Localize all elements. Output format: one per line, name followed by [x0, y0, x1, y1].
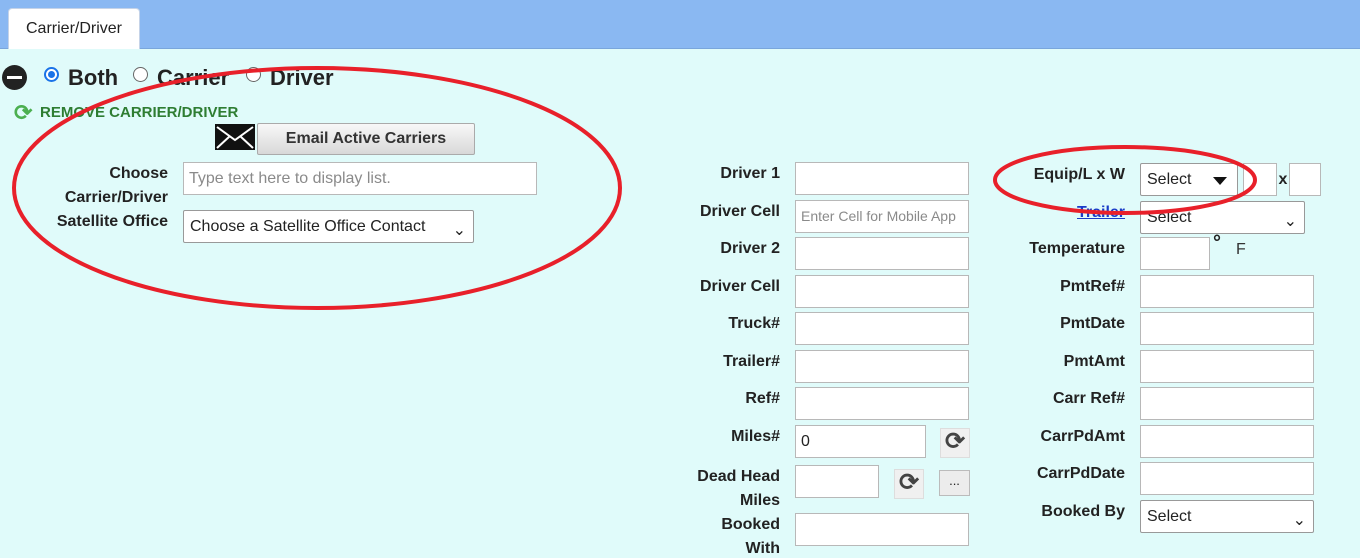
satellite-office-value: Choose a Satellite Office Contact	[190, 218, 426, 235]
driver-cell1-input[interactable]: Enter Cell for Mobile App	[795, 200, 969, 233]
remove-carrier-driver-link[interactable]: ⟳ REMOVE CARRIER/DRIVER	[14, 100, 238, 126]
driver-cell1-label: Driver Cell	[699, 203, 780, 220]
trailer-num-label: Trailer#	[723, 353, 780, 370]
chevron-down-icon: ⌄	[452, 222, 466, 239]
pmtamt-input[interactable]	[1140, 350, 1314, 383]
miles-label: Miles#	[731, 428, 780, 445]
carrpddate-label: CarrPdDate	[1036, 465, 1125, 482]
remove-label: REMOVE CARRIER/DRIVER	[40, 103, 239, 121]
envelope-icon[interactable]	[215, 124, 255, 150]
temperature-label: Temperature	[1029, 240, 1125, 257]
radio-both[interactable]	[44, 67, 59, 82]
booked-by-label: Booked By	[1041, 503, 1125, 520]
booked-by-value: Select	[1147, 508, 1192, 525]
pmtref-input[interactable]	[1140, 275, 1314, 308]
width-input[interactable]	[1289, 163, 1321, 196]
email-active-carriers-button[interactable]: Email Active Carriers	[257, 123, 475, 155]
radio-both-label: Both	[68, 65, 119, 90]
more-options-button[interactable]: ...	[939, 470, 970, 496]
dead-head-miles-label: Miles	[739, 492, 780, 509]
equip-label: Equip/L x W	[1033, 166, 1125, 183]
carr-ref-label: Carr Ref#	[1052, 390, 1125, 407]
tab-carrier-driver[interactable]: Carrier/Driver	[8, 8, 140, 49]
driver1-input[interactable]	[795, 162, 969, 195]
ref-label: Ref#	[745, 390, 780, 407]
carrpddate-input[interactable]	[1140, 462, 1314, 495]
degree-symbol: °	[1213, 232, 1221, 254]
carrpdamt-input[interactable]	[1140, 425, 1314, 458]
pmtamt-label: PmtAmt	[1063, 353, 1125, 370]
trailer-num-input[interactable]	[795, 350, 969, 383]
chevron-down-icon: ⌄	[1283, 213, 1297, 230]
tab-bar: Carrier/Driver	[0, 0, 1360, 49]
pmtref-label: PmtRef#	[1060, 278, 1125, 295]
satellite-office-label: Satellite Office	[56, 213, 168, 230]
pmtdate-input[interactable]	[1140, 312, 1314, 345]
miles-refresh-icon[interactable]: ⟳	[940, 428, 970, 458]
miles-input[interactable]: 0	[795, 425, 926, 458]
refresh-icon: ⟳	[14, 100, 33, 125]
driver-cell2-label: Driver Cell	[699, 278, 780, 295]
driver2-label: Driver 2	[720, 240, 780, 257]
booked-with-label: Booked	[721, 516, 780, 533]
radio-carrier-label: Carrier	[157, 65, 230, 90]
truck-label: Truck#	[728, 315, 780, 332]
dead-head-input[interactable]	[795, 465, 879, 498]
temperature-input[interactable]	[1140, 237, 1210, 270]
radio-carrier[interactable]	[133, 67, 148, 82]
trailer-select-value: Select	[1147, 209, 1192, 226]
fahrenheit-label: F	[1236, 241, 1246, 258]
driver-cell1-placeholder: Enter Cell for Mobile App	[801, 208, 956, 224]
collapse-icon[interactable]	[2, 65, 27, 90]
choose-label: Choose	[109, 165, 168, 182]
trailer-link[interactable]: Trailer	[1077, 204, 1125, 222]
length-input[interactable]	[1243, 163, 1277, 196]
equip-select[interactable]: Select	[1140, 163, 1238, 196]
trailer-select[interactable]: Select ⌄	[1140, 201, 1305, 234]
booked-by-select[interactable]: Select ⌄	[1140, 500, 1314, 533]
booked-with-input[interactable]	[795, 513, 969, 546]
satellite-office-select[interactable]: Choose a Satellite Office Contact ⌄	[183, 210, 474, 243]
driver2-input[interactable]	[795, 237, 969, 270]
equip-select-value: Select	[1147, 171, 1192, 188]
carr-ref-input[interactable]	[1140, 387, 1314, 420]
x-label: x	[1278, 171, 1288, 188]
dropdown-arrow-icon	[1213, 177, 1227, 185]
booked-with-label-2: With	[745, 540, 780, 557]
dead-head-refresh-icon[interactable]: ⟳	[894, 469, 924, 499]
carrier-driver-label: Carrier/Driver	[64, 189, 168, 206]
dead-head-label: Dead Head	[697, 468, 780, 485]
ref-input[interactable]	[795, 387, 969, 420]
carrier-search-input[interactable]: Type text here to display list.	[183, 162, 537, 195]
carrier-search-placeholder: Type text here to display list.	[189, 170, 391, 187]
radio-driver[interactable]	[246, 67, 261, 82]
driver1-label: Driver 1	[720, 165, 780, 182]
radio-driver-label: Driver	[270, 65, 334, 90]
driver-cell2-input[interactable]	[795, 275, 969, 308]
pmtdate-label: PmtDate	[1060, 315, 1125, 332]
carrpdamt-label: CarrPdAmt	[1040, 428, 1125, 445]
chevron-down-icon: ⌄	[1292, 512, 1306, 529]
truck-input[interactable]	[795, 312, 969, 345]
